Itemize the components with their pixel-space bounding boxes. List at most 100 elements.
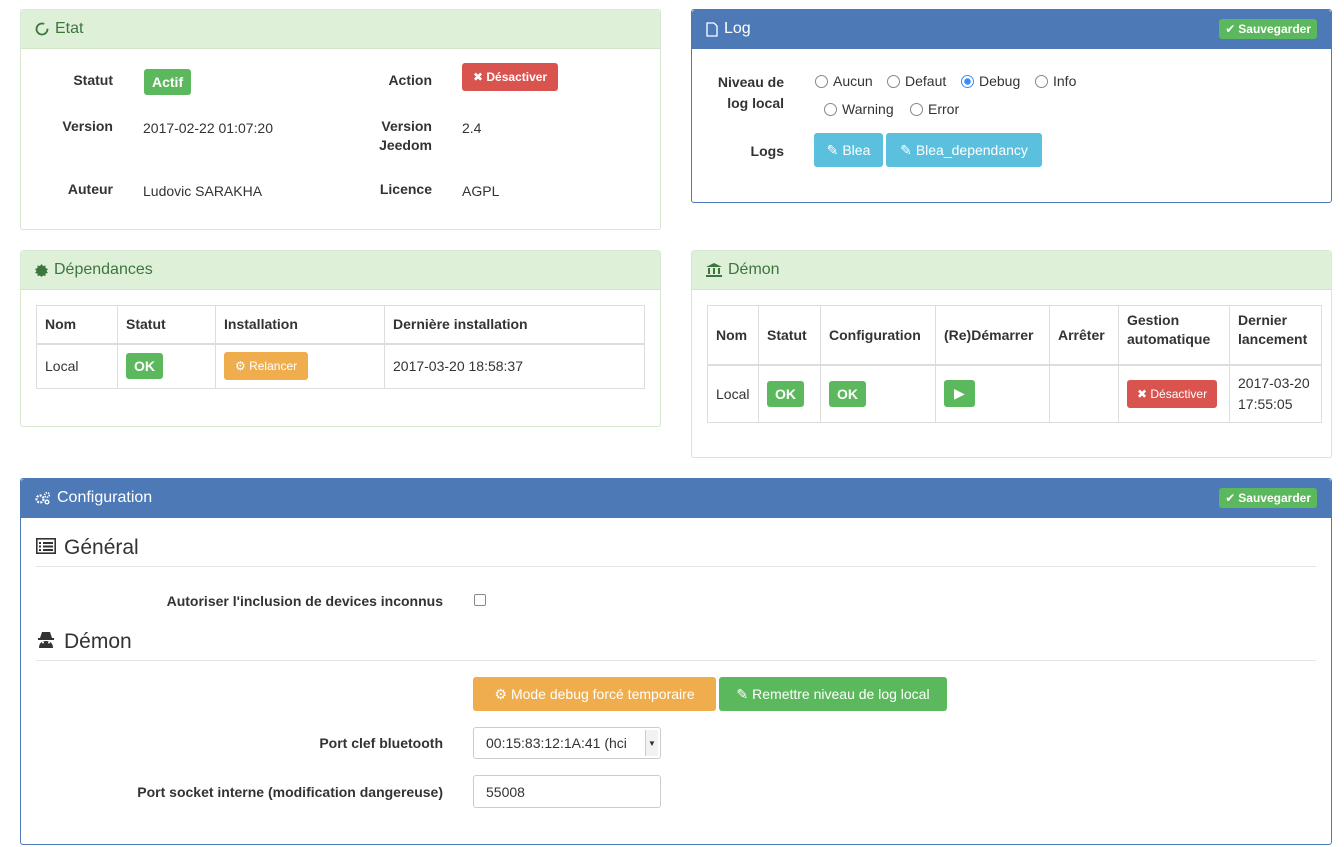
certificate-icon bbox=[35, 263, 48, 277]
user-secret-icon bbox=[36, 630, 56, 654]
col-installation: Installation bbox=[215, 305, 385, 344]
demon-panel: Démon Nom Statut Configuration (Re)Démar… bbox=[691, 250, 1332, 458]
general-title-text: Général bbox=[64, 536, 139, 559]
config-save-button[interactable]: ✔ Sauvegarder bbox=[1219, 488, 1317, 508]
col-nom: Nom bbox=[707, 305, 759, 365]
demon-arreter-cell bbox=[1049, 364, 1119, 423]
select-arrow-icon: ▼ bbox=[645, 730, 658, 756]
mode-debug-label: Mode debug forcé temporaire bbox=[510, 686, 695, 702]
radio-label: Error bbox=[928, 101, 960, 117]
radio-icon bbox=[1035, 75, 1048, 88]
col-dernier-line1: Dernier bbox=[1238, 312, 1288, 328]
demon-config-title-text: Démon bbox=[64, 630, 132, 653]
port-select-value: 00:15:83:12:1A:41 (hci bbox=[486, 735, 627, 751]
socket-input[interactable]: 55008 bbox=[473, 775, 661, 808]
col-gestion-line2: automatique bbox=[1127, 331, 1211, 347]
desactiver-label: Désactiver bbox=[486, 70, 548, 84]
log-save-label: Sauvegarder bbox=[1238, 22, 1311, 36]
radio-selected-icon bbox=[961, 75, 974, 88]
dep-statut-badge: OK bbox=[126, 353, 163, 380]
configuration-header: Configuration ✔ Sauvegarder bbox=[21, 479, 1331, 518]
dependances-table: Nom Statut Installation Dernière install… bbox=[36, 305, 645, 389]
version-jeedom-label-line1: Version bbox=[381, 118, 432, 134]
check-circle-icon: ✔ bbox=[1225, 22, 1236, 36]
cogs-icon: ⚙ bbox=[494, 685, 507, 702]
demon-statut-cell: OK bbox=[758, 364, 821, 423]
dependances-title: Dépendances bbox=[54, 261, 153, 278]
col-derniere-installation: Dernière installation bbox=[384, 305, 645, 344]
version-value: 2017-02-22 01:07:20 bbox=[143, 120, 273, 136]
remettre-log-button[interactable]: ✎ Remettre niveau de log local bbox=[719, 677, 947, 711]
radio-icon bbox=[910, 103, 923, 116]
radio-info[interactable]: Info bbox=[1035, 73, 1076, 89]
niveau-label: Niveau de log local bbox=[702, 72, 784, 114]
dep-derniere: 2017-03-20 18:58:37 bbox=[384, 343, 645, 389]
play-button[interactable]: ▶ bbox=[944, 380, 975, 408]
mode-debug-button[interactable]: ⚙ Mode debug forcé temporaire bbox=[473, 677, 716, 711]
log-blea-button[interactable]: ✎ Blea bbox=[814, 133, 883, 167]
relancer-label: Relancer bbox=[249, 359, 298, 374]
action-label: Action bbox=[388, 72, 432, 88]
col-arreter: Arrêter bbox=[1049, 305, 1119, 365]
table-row: Local OK ⚙ Relancer 2017-03-20 18:58:37 bbox=[36, 343, 645, 389]
col-configuration: Configuration bbox=[820, 305, 936, 365]
dep-installation-cell: ⚙ Relancer bbox=[215, 343, 385, 389]
inclusion-checkbox[interactable] bbox=[474, 594, 486, 606]
config-save-label: Sauvegarder bbox=[1238, 491, 1311, 505]
demon-statut-badge: OK bbox=[767, 380, 804, 407]
radio-error[interactable]: Error bbox=[910, 101, 959, 117]
auteur-label: Auteur bbox=[67, 181, 113, 197]
relancer-button[interactable]: ⚙ Relancer bbox=[224, 352, 309, 381]
log-blea-label: Blea bbox=[842, 142, 871, 158]
col-dernier-line2: lancement bbox=[1238, 331, 1308, 347]
demon-table: Nom Statut Configuration (Re)Démarrer Ar… bbox=[707, 305, 1322, 423]
port-select[interactable]: 00:15:83:12:1A:41 (hci ▼ bbox=[473, 727, 661, 759]
col-statut: Statut bbox=[117, 305, 216, 344]
statut-label: Statut bbox=[73, 72, 113, 88]
demon-redemarrer-cell: ▶ bbox=[935, 364, 1050, 423]
refresh-icon bbox=[35, 22, 49, 36]
log-save-button[interactable]: ✔ Sauvegarder bbox=[1219, 19, 1317, 39]
radio-label: Warning bbox=[842, 101, 894, 117]
licence-label: Licence bbox=[379, 181, 432, 197]
niveau-label-line2: log local bbox=[727, 95, 784, 111]
log-blea-dependancy-button[interactable]: ✎ Blea_dependancy bbox=[886, 133, 1042, 167]
licence-value: AGPL bbox=[462, 183, 500, 199]
bicycle-icon: ⚙ bbox=[235, 359, 250, 374]
dep-nom: Local bbox=[36, 343, 118, 389]
general-section-title: Général bbox=[36, 536, 1316, 567]
play-icon: ▶ bbox=[954, 385, 965, 402]
bank-icon bbox=[706, 263, 722, 277]
remettre-log-label: Remettre niveau de log local bbox=[752, 686, 930, 702]
table-row: Local OK OK ▶ ✖ Désactiver 2017-03-20 17… bbox=[707, 364, 1322, 423]
radio-warning[interactable]: Warning bbox=[824, 101, 894, 117]
logs-label: Logs bbox=[750, 143, 784, 159]
socket-input-value: 55008 bbox=[486, 783, 525, 800]
radio-debug[interactable]: Debug bbox=[961, 73, 1020, 89]
paperclip-icon: ✎ bbox=[826, 141, 839, 158]
radio-label: Info bbox=[1053, 73, 1077, 89]
col-statut: Statut bbox=[758, 305, 821, 365]
file-icon bbox=[706, 21, 718, 37]
cogs-icon bbox=[35, 491, 51, 505]
col-gestion-line1: Gestion bbox=[1127, 312, 1180, 328]
radio-icon bbox=[887, 75, 900, 88]
radio-label: Debug bbox=[979, 73, 1021, 89]
desactiver-button[interactable]: ✖ Désactiver bbox=[462, 63, 559, 91]
statut-badge: Actif bbox=[144, 69, 192, 95]
demon-header: Démon bbox=[692, 251, 1331, 290]
radio-aucun[interactable]: Aucun bbox=[815, 73, 873, 89]
dependances-header: Dépendances bbox=[21, 251, 660, 290]
radio-defaut[interactable]: Defaut bbox=[887, 73, 946, 89]
niveau-label-line1: Niveau de bbox=[717, 74, 784, 90]
col-dernier: Dernier lancement bbox=[1229, 305, 1322, 365]
paperclip-icon: ✎ bbox=[736, 685, 749, 702]
gestion-desactiver-button[interactable]: ✖ Désactiver bbox=[1127, 379, 1218, 408]
configuration-title: Configuration bbox=[57, 489, 153, 506]
col-gestion: Gestion automatique bbox=[1118, 305, 1230, 365]
col-nom: Nom bbox=[36, 305, 118, 344]
etat-title: Etat bbox=[55, 20, 84, 37]
radio-label: Aucun bbox=[833, 73, 873, 89]
paperclip-icon: ✎ bbox=[900, 141, 912, 158]
radio-icon bbox=[815, 75, 828, 88]
